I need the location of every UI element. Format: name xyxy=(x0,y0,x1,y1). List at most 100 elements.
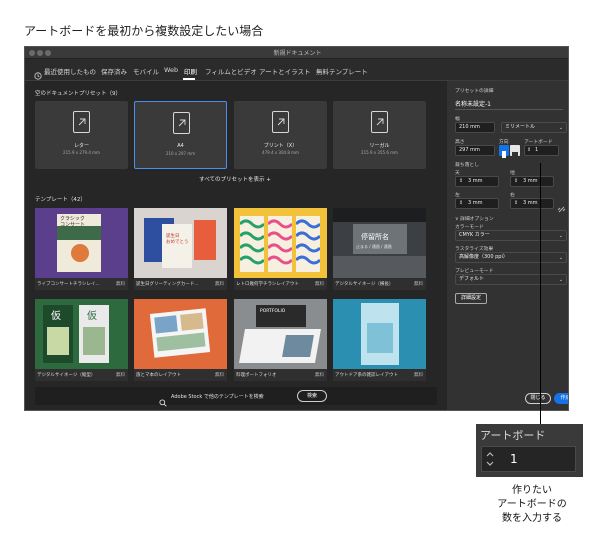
height-input[interactable]: 297 mm xyxy=(455,145,495,156)
raster-effects-dropdown[interactable]: 高解像度（300 ppi） ⌄ xyxy=(455,252,567,263)
template-card[interactable]: 旅とマ本のレイアウト 無料 xyxy=(134,299,227,381)
template-card[interactable]: アウトドア系の雑誌レイアウト 無料 xyxy=(333,299,426,381)
bleed-right-input[interactable]: ⇕ 3 mm xyxy=(510,198,554,209)
template-label: 料理ポートフォリオ 無料 xyxy=(234,369,327,381)
bleed-left-input[interactable]: ⇕ 3 mm xyxy=(455,198,499,209)
poster-figure xyxy=(71,244,89,262)
stepper-arrows-icon[interactable]: ⇕ xyxy=(527,145,531,155)
free-badge: 無料 xyxy=(315,373,324,378)
tab-print[interactable]: 印刷 xyxy=(184,66,197,76)
tab-film-video[interactable]: フィルムとビデオ xyxy=(205,66,257,76)
active-tab-indicator xyxy=(183,78,195,80)
template-name: 料理ポートフォリオ xyxy=(236,373,277,378)
template-label: デジタルサイネージ（縦型） 無料 xyxy=(35,369,128,381)
template-label: 誕生日グリーティングカード... 無料 xyxy=(134,278,227,290)
stock-search-button[interactable]: 検索 xyxy=(297,390,327,402)
preset-name: ブリント（X） xyxy=(263,143,298,149)
template-thumbnail: 誕生日 おめでとう xyxy=(134,208,227,278)
signage-tag: 仮 xyxy=(87,311,97,322)
height-label: 高さ xyxy=(455,140,465,145)
unit-dropdown[interactable]: ミリメートル ⌄ xyxy=(501,122,567,133)
preset-card-letter[interactable]: レター 215.9 x 279.4 mm xyxy=(35,101,128,169)
tab-recent[interactable]: 最近使用したもの xyxy=(44,66,96,76)
free-badge: 無料 xyxy=(116,373,125,378)
bleed-left-value: 3 mm xyxy=(468,200,483,206)
document-icon xyxy=(73,111,90,133)
landscape-orientation-button[interactable] xyxy=(510,145,520,157)
bleed-top-label: 天 xyxy=(455,171,460,176)
tab-art-illustration[interactable]: アートとイラスト xyxy=(259,66,310,76)
tab-mobile[interactable]: モバイル xyxy=(133,66,159,76)
poster-band xyxy=(57,226,101,240)
link-bleed-icon[interactable] xyxy=(557,199,566,218)
preset-size: 215.9 x 279.4 mm xyxy=(63,150,100,155)
document-icon xyxy=(272,111,289,133)
tab-free-templates[interactable]: 無料テンプレート xyxy=(316,66,368,76)
portfolio-photo xyxy=(282,335,314,357)
portrait-orientation-button[interactable] xyxy=(499,145,509,158)
chevron-down-icon: ⌄ xyxy=(558,125,563,131)
template-card[interactable]: クラシック コンサート ライブコンサートチラシレイ... 無料 xyxy=(35,208,128,290)
width-input[interactable]: 210 mm xyxy=(455,122,495,133)
signage-text: 停留所名 xyxy=(361,233,389,241)
close-button[interactable]: 閉じる xyxy=(525,393,551,404)
artboard-count-input[interactable]: ⇕ 1 xyxy=(524,145,559,156)
bleed-bottom-label: 地 xyxy=(510,171,515,176)
stepper-arrows-icon xyxy=(486,452,494,466)
color-mode-dropdown[interactable]: CMYK カラー ⌄ xyxy=(455,230,567,241)
portfolio-cover: PORTFOLIO xyxy=(256,305,306,327)
preset-name: A4 xyxy=(177,143,184,149)
preview-mode-dropdown[interactable]: デフォルト ⌄ xyxy=(455,274,567,285)
zoom-artboard-label: アートボード xyxy=(480,429,546,442)
book-photo xyxy=(154,315,178,334)
preset-card-print-x[interactable]: ブリント（X） 479.4 x 304.8 mm xyxy=(234,101,327,169)
book-photo xyxy=(156,332,206,352)
zoom-artboard-value: 1 xyxy=(510,452,518,466)
bleed-bottom-input[interactable]: ⇕ 3 mm xyxy=(510,176,554,187)
magazine-photo xyxy=(367,323,393,353)
stepper-arrows-icon[interactable]: ⇕ xyxy=(514,177,518,186)
stepper-arrows-icon[interactable]: ⇕ xyxy=(459,177,463,186)
zoom-artboard-input: 1 xyxy=(481,446,576,472)
raster-effects-label: ラスタライズ効果 xyxy=(455,247,494,252)
book-photo xyxy=(180,312,204,331)
create-button[interactable]: 作成 xyxy=(554,393,568,404)
bleed-top-input[interactable]: ⇕ 3 mm xyxy=(455,176,499,187)
stepper-arrows-icon[interactable]: ⇕ xyxy=(459,199,463,208)
stepper-arrows-icon[interactable]: ⇕ xyxy=(514,199,518,208)
presets-heading: 空のドキュメントプリセット（9） xyxy=(35,91,122,97)
chevron-down-icon: ⌄ xyxy=(558,255,563,261)
show-all-presets-link[interactable]: すべてのプリセットを表示 + xyxy=(175,175,295,183)
template-name: 誕生日グリーティングカード... xyxy=(136,282,199,287)
signage-tag: 仮 xyxy=(51,311,61,322)
template-card[interactable]: 停留所名 止まる / 通過 / 通過 デジタルサイネージ（横長） 無料 xyxy=(333,208,426,290)
preset-card-legal[interactable]: リーガル 215.9 x 355.6 mm xyxy=(333,101,426,169)
more-settings-button[interactable]: 詳細設定 xyxy=(455,293,487,304)
template-card[interactable]: 仮 仮 デジタルサイネージ（縦型） 無料 xyxy=(35,299,128,381)
preset-card-a4[interactable]: A4 210 x 297 mm xyxy=(134,101,227,169)
new-document-dialog: 新規ドキュメント 最近使用したもの 保存済み モバイル Web 印刷 フィルムと… xyxy=(24,46,569,411)
free-badge: 無料 xyxy=(414,373,423,378)
template-card[interactable]: レトロ幾何学チラシレイアウト 無料 xyxy=(234,208,327,290)
tab-web[interactable]: Web xyxy=(164,66,178,74)
bleed-right-label: 右 xyxy=(510,193,515,198)
artboard-label: アートボード xyxy=(524,140,553,145)
template-thumbnail xyxy=(134,299,227,369)
template-thumbnail: 停留所名 止まる / 通過 / 通過 xyxy=(333,208,426,278)
tab-saved[interactable]: 保存済み xyxy=(101,66,127,76)
search-icon xyxy=(159,392,167,410)
free-badge: 無料 xyxy=(315,282,324,287)
chevron-down-icon: ⌄ xyxy=(558,277,563,283)
width-label: 幅 xyxy=(455,117,460,122)
template-label: アウトドア系の雑誌レイアウト 無料 xyxy=(333,369,426,381)
document-name-field[interactable]: 名称未設定-1 xyxy=(455,99,491,108)
template-card[interactable]: PORTFOLIO 料理ポートフォリオ 無料 xyxy=(234,299,327,381)
free-badge: 無料 xyxy=(414,282,423,287)
template-card[interactable]: 誕生日 おめでとう 誕生日グリーティングカード... 無料 xyxy=(134,208,227,290)
portfolio-spread xyxy=(239,329,321,363)
page-root: アートボードを最初から複数設定したい場合 新規ドキュメント 最近使用したもの 保… xyxy=(0,0,595,542)
advanced-options-toggle[interactable]: ∨ 詳細オプション xyxy=(455,215,494,222)
template-name: アウトドア系の雑誌レイアウト xyxy=(335,373,398,378)
window-title: 新規ドキュメント xyxy=(273,50,322,57)
signage-screen: 停留所名 止まる / 通過 / 通過 xyxy=(353,224,407,254)
